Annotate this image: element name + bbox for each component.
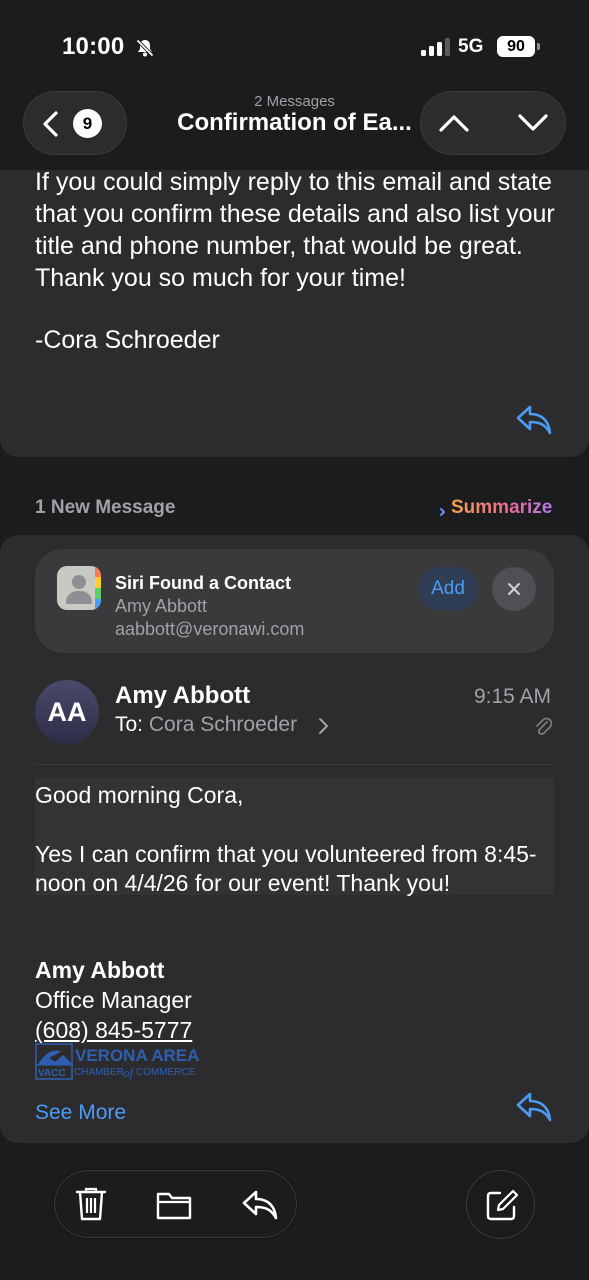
summarize-icon[interactable]	[425, 497, 447, 519]
chevron-down-icon[interactable]	[517, 112, 549, 134]
close-icon	[508, 583, 520, 595]
battery-level: 90	[497, 36, 535, 57]
signal-icon	[421, 38, 450, 56]
previous-message-signature: -Cora Schroeder	[35, 326, 220, 354]
logo-line2-b: COMMERCE	[136, 1067, 196, 1078]
verona-chamber-logo: VACC VERONA AREA CHAMBER of COMMERCE	[35, 1043, 199, 1080]
reply-icon[interactable]	[515, 1090, 553, 1124]
logo-line2-a: CHAMBER	[74, 1067, 124, 1078]
battery-nub	[537, 43, 540, 50]
message-time: 9:15 AM	[473, 685, 551, 708]
contacts-icon	[57, 566, 101, 610]
new-message-label: 1 New Message	[35, 497, 176, 518]
to-label: To:	[115, 713, 144, 736]
header-divider	[35, 764, 554, 765]
add-contact-button[interactable]: Add	[418, 567, 478, 610]
bottom-toolbar	[54, 1170, 297, 1238]
siri-contact-email: aabbott@veronawi.com	[115, 619, 305, 639]
reply-icon[interactable]	[515, 403, 553, 437]
bell-slash-icon	[136, 39, 154, 57]
sender-avatar[interactable]: AA	[35, 680, 99, 744]
see-more-link[interactable]: See More	[35, 1101, 126, 1125]
previous-message-body: If you could simply reply to this email …	[35, 168, 555, 292]
signature-phone-link[interactable]: (608) 845-5777	[35, 1017, 192, 1044]
message-body: Yes I can confirm that you volunteered f…	[35, 841, 537, 896]
compose-button[interactable]	[466, 1170, 535, 1239]
siri-contact-title: Siri Found a Contact	[115, 573, 292, 593]
dismiss-contact-button[interactable]	[492, 567, 536, 611]
signature-role: Office Manager	[35, 987, 192, 1013]
reply-icon[interactable]	[241, 1188, 279, 1222]
recipient-name: Cora Schroeder	[148, 713, 298, 736]
siri-contact-name: Amy Abbott	[115, 596, 208, 616]
summarize-button[interactable]: Summarize	[451, 497, 552, 519]
recipient-line[interactable]: To: Cora Schroeder	[115, 713, 297, 737]
sender-name[interactable]: Amy Abbott	[115, 682, 250, 710]
chevron-up-icon[interactable]	[438, 112, 470, 134]
compose-icon	[486, 1189, 519, 1221]
message-greeting: Good morning Cora,	[35, 782, 244, 808]
status-time: 10:00	[62, 33, 125, 60]
thread-nav-arrows	[420, 91, 566, 155]
chevron-right-icon	[319, 718, 328, 734]
logo-line1: VERONA AREA	[75, 1046, 199, 1065]
logo-line2-of: of	[123, 1065, 136, 1080]
paperclip-icon	[536, 717, 552, 735]
logo-abbr: VACC	[38, 1068, 66, 1079]
network-type: 5G	[458, 36, 484, 57]
signature-name: Amy Abbott	[35, 957, 165, 983]
folder-icon[interactable]	[155, 1189, 193, 1221]
trash-icon[interactable]	[75, 1186, 107, 1222]
